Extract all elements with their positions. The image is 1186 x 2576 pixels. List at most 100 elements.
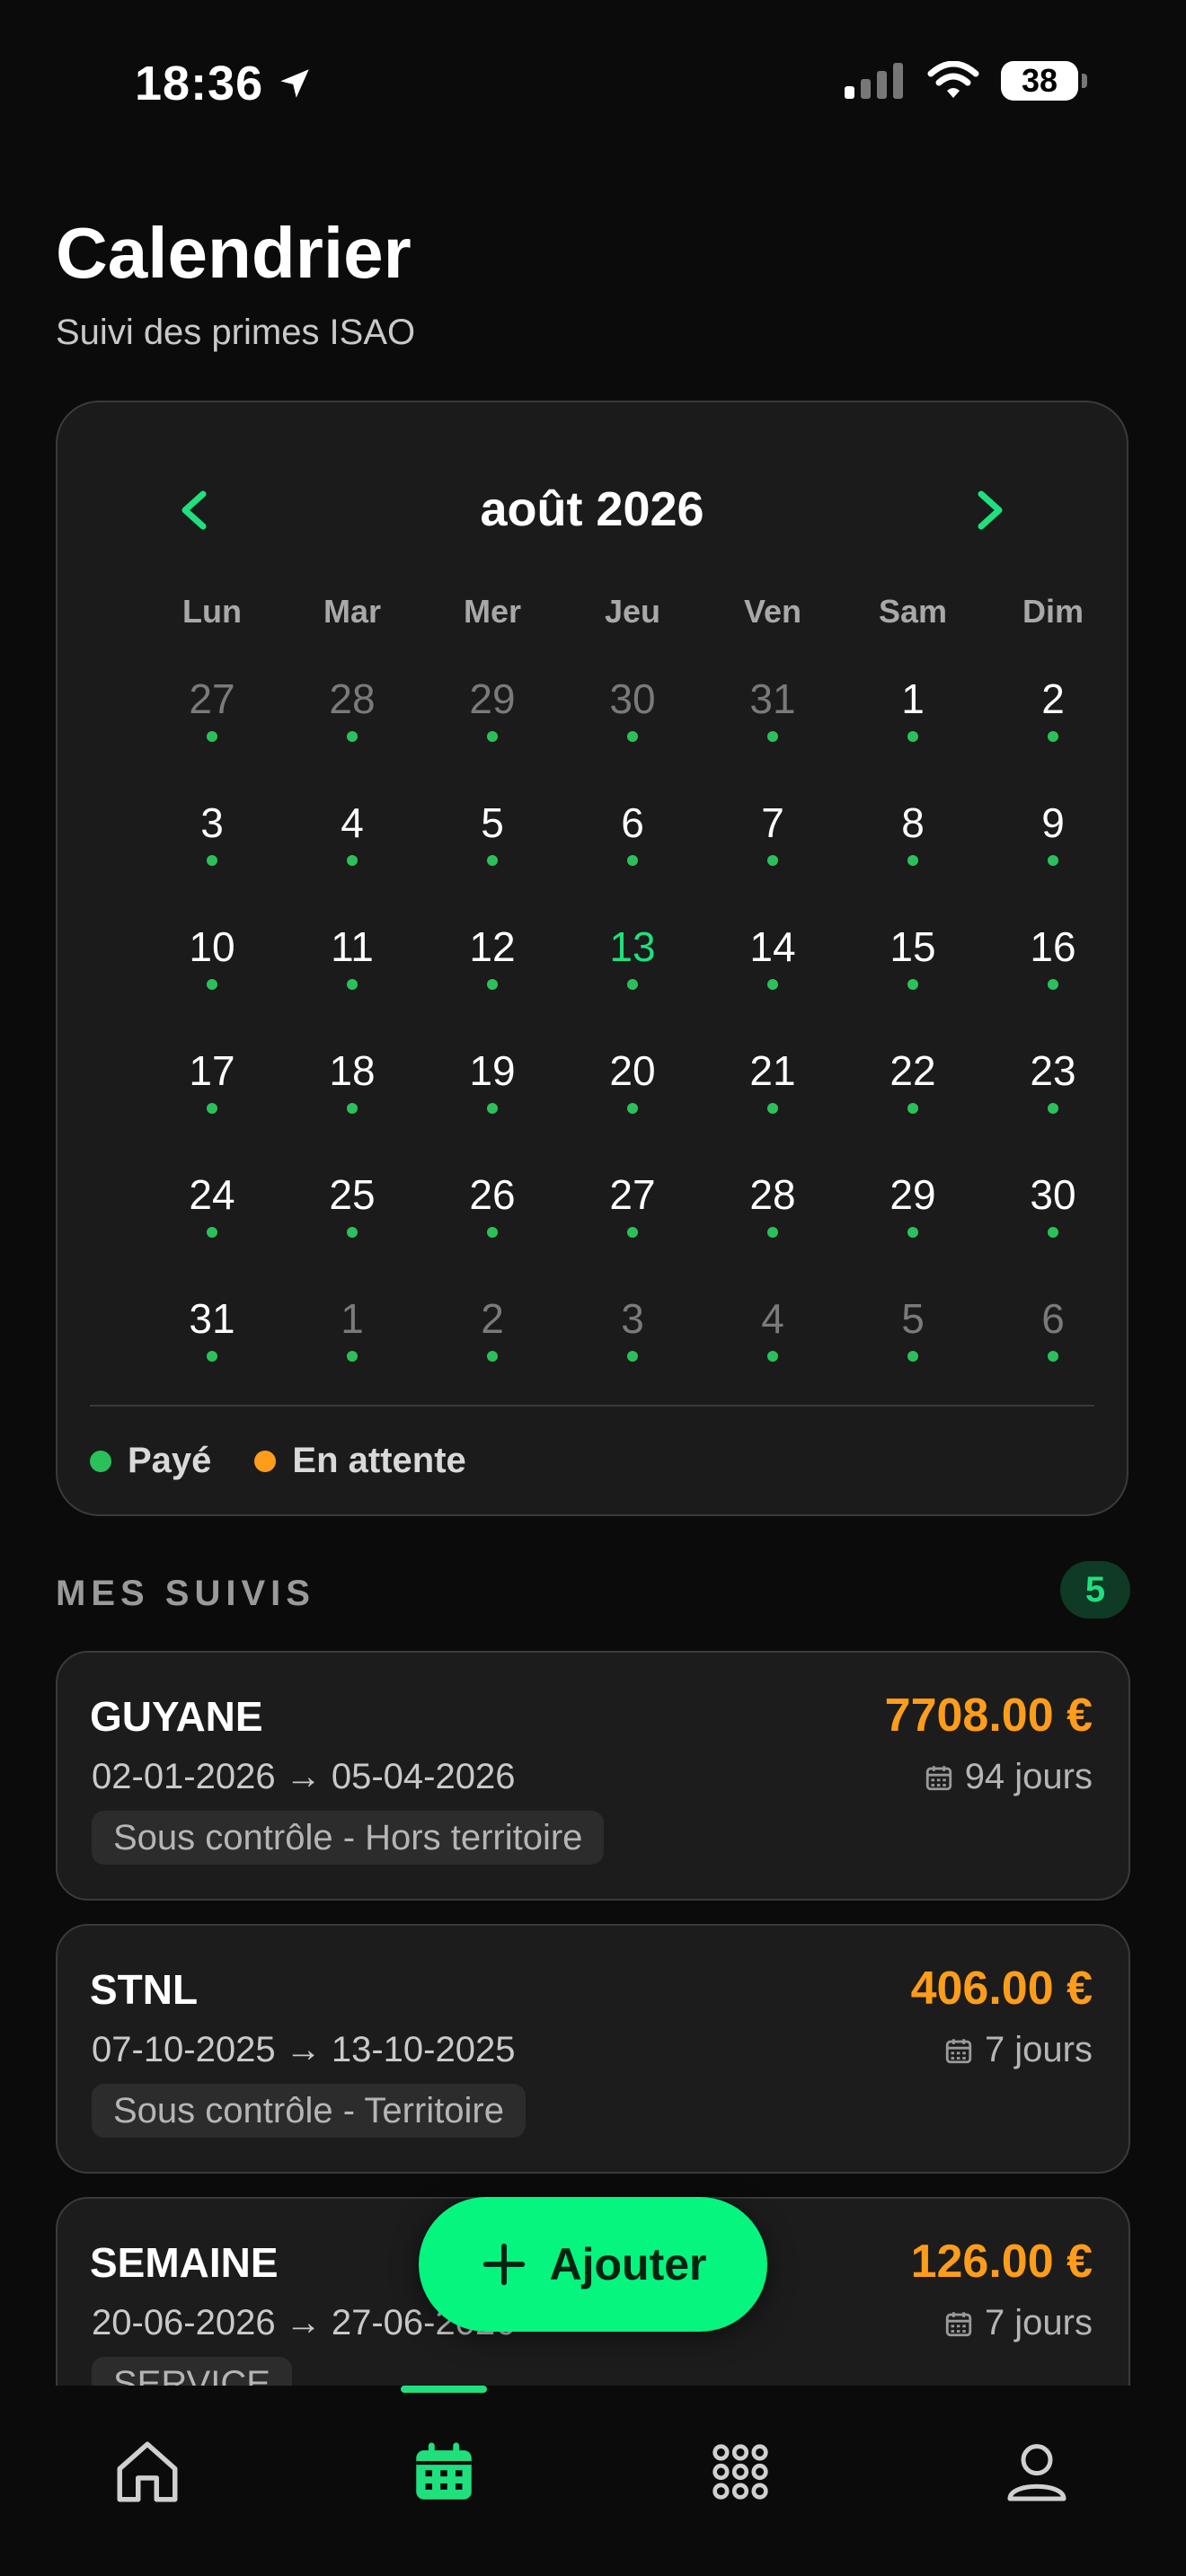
- calendar-day[interactable]: 19: [422, 1044, 562, 1168]
- next-month-button[interactable]: [963, 483, 1017, 537]
- calendar-day[interactable]: 28: [282, 672, 422, 796]
- calendar-day[interactable]: 18: [282, 1044, 422, 1168]
- paid-dot-icon: [627, 1227, 638, 1238]
- calendar-day[interactable]: 30: [562, 672, 703, 796]
- weekday-label: Sam: [878, 593, 948, 630]
- calendar-day[interactable]: 22: [843, 1044, 983, 1168]
- record-duration: 7 jours: [943, 2303, 1093, 2343]
- day-number: 31: [189, 1295, 235, 1342]
- day-number: 11: [331, 923, 374, 970]
- calendar-day[interactable]: 31: [142, 1292, 282, 1416]
- calendar-day[interactable]: 16: [983, 920, 1123, 1044]
- calendar-day[interactable]: 11: [282, 920, 422, 1044]
- legend-paid: Payé: [90, 1441, 211, 1481]
- paid-dot-icon: [487, 731, 498, 742]
- calendar-day[interactable]: 6: [562, 796, 703, 920]
- calendar-day[interactable]: 21: [703, 1044, 843, 1168]
- paid-dot-icon: [767, 979, 778, 990]
- calendar-day[interactable]: 23: [983, 1044, 1123, 1168]
- calendar-day-today[interactable]: 13: [562, 920, 703, 1044]
- tab-home[interactable]: [93, 2418, 201, 2526]
- add-button[interactable]: Ajouter: [419, 2197, 767, 2332]
- record-card[interactable]: STNL 406.00 € 07-10-2025 → 13-10-2025 7 …: [56, 1924, 1130, 2174]
- wifi-icon: [927, 61, 979, 98]
- paid-dot-icon: [487, 1227, 498, 1238]
- calendar-day[interactable]: 29: [422, 672, 562, 796]
- record-duration: 7 jours: [943, 2030, 1093, 2070]
- calendar-day[interactable]: 4: [282, 796, 422, 920]
- calendar-day[interactable]: 24: [142, 1168, 282, 1292]
- paid-dot-icon: [1048, 1227, 1058, 1238]
- calendar-day[interactable]: 3: [142, 796, 282, 920]
- calendar-small-icon: [925, 1765, 951, 1790]
- tab-apps[interactable]: [686, 2418, 794, 2526]
- calendar-small-icon: [945, 2038, 972, 2063]
- calendar-day[interactable]: 8: [843, 796, 983, 920]
- calendar-day[interactable]: 27: [562, 1168, 703, 1292]
- tab-profile[interactable]: [983, 2418, 1091, 2526]
- record-dates: 07-10-2025 → 13-10-2025: [92, 2030, 516, 2069]
- day-number: 25: [329, 1171, 376, 1218]
- tab-calendar[interactable]: [390, 2418, 498, 2526]
- battery-level: 38: [1021, 62, 1058, 99]
- calendar-day[interactable]: 14: [703, 920, 843, 1044]
- paid-dot-icon: [907, 979, 918, 990]
- calendar-day[interactable]: 1: [282, 1292, 422, 1416]
- day-number: 28: [329, 675, 376, 722]
- chevron-right-icon: [978, 490, 1003, 530]
- calendar-day[interactable]: 5: [422, 796, 562, 920]
- calendar-day[interactable]: 1: [843, 672, 983, 796]
- calendar-day[interactable]: 30: [983, 1168, 1123, 1292]
- calendar-day[interactable]: 31: [703, 672, 843, 796]
- paid-dot-icon: [1048, 1103, 1058, 1114]
- calendar-day[interactable]: 2: [983, 672, 1123, 796]
- weekday-header: Lun Mar Mer Jeu Ven Sam Dim: [142, 593, 1123, 631]
- weekday-label: Ven: [743, 593, 802, 630]
- day-number: 14: [749, 923, 796, 970]
- day-number: 22: [890, 1047, 936, 1094]
- calendar-day[interactable]: 28: [703, 1168, 843, 1292]
- paid-dot-icon: [90, 1450, 111, 1472]
- calendar-day[interactable]: 20: [562, 1044, 703, 1168]
- cellular-signal-icon: [845, 63, 903, 99]
- paid-dot-icon: [627, 1103, 638, 1114]
- paid-dot-icon: [347, 1227, 358, 1238]
- paid-dot-icon: [767, 1227, 778, 1238]
- day-number: 12: [469, 923, 516, 970]
- calendar-day[interactable]: 12: [422, 920, 562, 1044]
- day-number: 6: [621, 799, 644, 846]
- paid-dot-icon: [767, 855, 778, 866]
- paid-dot-icon: [1048, 731, 1058, 742]
- count-badge: 5: [1060, 1561, 1130, 1619]
- day-number: 30: [1030, 1171, 1076, 1218]
- paid-dot-icon: [487, 1351, 498, 1362]
- calendar-small-icon: [945, 2311, 972, 2336]
- calendar-day[interactable]: 25: [282, 1168, 422, 1292]
- calendar-day[interactable]: 15: [843, 920, 983, 1044]
- calendar-day[interactable]: 26: [422, 1168, 562, 1292]
- weekday-label: Dim: [1022, 593, 1084, 630]
- record-days: 7 jours: [984, 2303, 1093, 2342]
- calendar-day[interactable]: 29: [843, 1168, 983, 1292]
- calendar-day[interactable]: 3: [562, 1292, 703, 1416]
- calendar-day[interactable]: 17: [142, 1044, 282, 1168]
- calendar-day[interactable]: 7: [703, 796, 843, 920]
- calendar-day[interactable]: 2: [422, 1292, 562, 1416]
- day-number: 21: [749, 1047, 796, 1094]
- location-arrow-icon: [280, 69, 309, 98]
- record-card[interactable]: GUYANE 7708.00 € 02-01-2026 → 05-04-2026…: [56, 1651, 1130, 1901]
- calendar-day[interactable]: 9: [983, 796, 1123, 920]
- day-number: 5: [901, 1295, 925, 1342]
- paid-dot-icon: [907, 731, 918, 742]
- status-bar: 18:36 38: [0, 0, 1186, 171]
- record-name: STNL: [90, 1966, 199, 2013]
- calendar-day[interactable]: 6: [983, 1292, 1123, 1416]
- calendar-day[interactable]: 10: [142, 920, 282, 1044]
- calendar-day[interactable]: 5: [843, 1292, 983, 1416]
- day-number: 27: [609, 1171, 656, 1218]
- day-number: 19: [469, 1047, 516, 1094]
- calendar-day[interactable]: 27: [142, 672, 282, 796]
- calendar-day[interactable]: 4: [703, 1292, 843, 1416]
- day-number: 3: [200, 799, 224, 846]
- plus-icon: [482, 2243, 525, 2286]
